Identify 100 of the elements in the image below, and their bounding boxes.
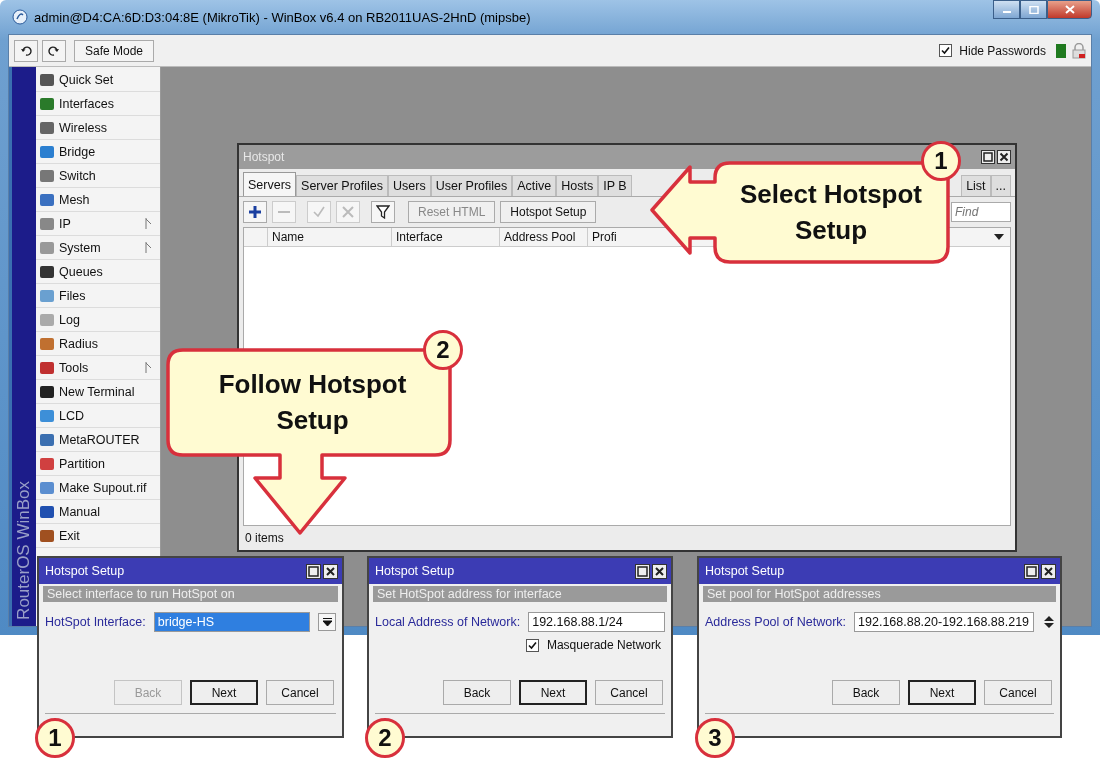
column-header[interactable]: Name: [268, 228, 392, 246]
dialog-subtitle: Set pool for HotSpot addresses: [707, 587, 881, 601]
tile-icon: [40, 265, 54, 278]
spinner-icon[interactable]: [1044, 615, 1054, 629]
tile-icon: [40, 409, 54, 422]
tab[interactable]: User Profiles: [430, 175, 513, 196]
sidebar-item[interactable]: LCD: [36, 404, 160, 428]
dialog-subtitle: Select interface to run HotSpot on: [47, 587, 235, 601]
checkbox[interactable]: [939, 44, 953, 57]
maximize-button[interactable]: [1020, 0, 1047, 19]
close-icon[interactable]: [323, 563, 338, 579]
close-icon[interactable]: [652, 563, 667, 579]
maximize-icon[interactable]: [1024, 563, 1039, 579]
maximize-icon: [1028, 5, 1039, 14]
tile-icon: [40, 385, 54, 398]
sidebar-item[interactable]: Switch: [36, 164, 160, 188]
close-icon[interactable]: [1041, 563, 1056, 579]
undo-button[interactable]: [14, 39, 38, 62]
dialog-button[interactable]: Next: [190, 680, 258, 705]
tile-icon: [40, 217, 54, 230]
close-icon: [1064, 5, 1075, 14]
dropdown-arrow-icon[interactable]: [994, 234, 1004, 240]
close-icon[interactable]: [997, 150, 1011, 164]
checkbox-label: Hide Passwords: [959, 43, 1046, 58]
dialog-button[interactable]: Next: [519, 680, 587, 705]
sidebar-item[interactable]: Manual: [36, 500, 160, 524]
sidebar-item[interactable]: Exit: [36, 524, 160, 548]
tab[interactable]: Servers: [243, 172, 297, 196]
tab[interactable]: ...: [990, 175, 1011, 196]
sidebar-item[interactable]: MetaROUTER: [36, 428, 160, 452]
sidebar-item[interactable]: Mesh: [36, 188, 160, 212]
dialog-button[interactable]: Back: [832, 680, 900, 705]
cross-icon: [341, 205, 355, 219]
callout-text: Select Hotspot Setup: [739, 178, 923, 247]
tile-icon: [40, 361, 54, 374]
sidebar-item[interactable]: Radius: [36, 332, 160, 356]
tab[interactable]: IP B: [598, 175, 632, 196]
dialog-button[interactable]: Cancel: [266, 680, 334, 705]
sidebar-item[interactable]: Files: [36, 284, 160, 308]
sidebar-item[interactable]: Queues: [36, 260, 160, 284]
input-field[interactable]: 192.168.88.20-192.168.88.219: [854, 612, 1034, 632]
filter-icon: [376, 205, 390, 219]
sidebar-item[interactable]: New Terminal: [36, 380, 160, 404]
checkbox[interactable]: [525, 638, 539, 652]
step-badge: 2: [365, 718, 405, 758]
tile-icon: [40, 313, 54, 326]
filter-button[interactable]: [371, 201, 395, 223]
sidebar-item[interactable]: Make Supout.rif: [36, 476, 160, 500]
toolbar-button[interactable]: Hotspot Setup: [500, 201, 597, 223]
sidebar-item[interactable]: Bridge: [36, 140, 160, 164]
column-header[interactable]: Address Pool: [500, 228, 588, 246]
item-count: 0 items: [245, 531, 284, 545]
dialog-button[interactable]: Cancel: [595, 680, 663, 705]
dropdown-button[interactable]: [318, 613, 336, 631]
sidebar-item[interactable]: System: [36, 236, 160, 260]
maximize-icon[interactable]: [981, 150, 995, 164]
check-icon: [312, 206, 326, 218]
tab[interactable]: Users: [388, 175, 431, 196]
tile-icon: [40, 289, 54, 302]
field-label: Address Pool of Network:: [705, 615, 847, 629]
redo-icon: [48, 44, 60, 57]
maximize-icon[interactable]: [635, 563, 650, 579]
step-badge: 1: [35, 718, 75, 758]
window-title: admin@D4:CA:6D:D3:04:8E (MikroTik) - WinBox v6.4 on RB2011UAS-2HnD (mipsbe): [34, 9, 531, 25]
dialog-button[interactable]: Next: [908, 680, 976, 705]
sidebar-item[interactable]: Interfaces: [36, 92, 160, 116]
tile-icon: [40, 241, 54, 254]
column-header[interactable]: Interface: [392, 228, 500, 246]
window-title: Hotspot: [243, 150, 285, 164]
sidebar-item[interactable]: Quick Set: [36, 68, 160, 92]
tab[interactable]: Active: [512, 175, 557, 196]
tile-icon: [40, 73, 54, 86]
tile-icon: [40, 169, 54, 182]
find-field[interactable]: Find: [951, 202, 1011, 222]
redo-button[interactable]: [42, 39, 66, 62]
sidebar-item[interactable]: IP: [36, 212, 160, 236]
tab[interactable]: List: [961, 175, 991, 196]
column-header[interactable]: Profi: [588, 228, 626, 246]
callout-text: Follow Hotspot Setup: [217, 368, 408, 437]
add-button[interactable]: [243, 201, 267, 223]
sidebar-item[interactable]: Log: [36, 308, 160, 332]
maximize-icon[interactable]: [306, 563, 321, 579]
tile-icon: [40, 505, 54, 518]
sidebar-item[interactable]: Tools: [36, 356, 160, 380]
input-field[interactable]: bridge-HS: [153, 612, 310, 632]
tab[interactable]: Hosts: [556, 175, 599, 196]
close-button[interactable]: [1047, 0, 1092, 19]
tile-icon: [40, 481, 54, 494]
safe-mode-button[interactable]: Safe Mode: [74, 39, 155, 62]
dialog-button[interactable]: Cancel: [984, 680, 1052, 705]
checkbox-label: Masquerade Network: [546, 638, 661, 652]
step-badge: 3: [695, 718, 735, 758]
dialog-button[interactable]: Back: [443, 680, 511, 705]
tab[interactable]: Server Profiles: [296, 175, 389, 196]
minimize-button[interactable]: [993, 0, 1020, 19]
sidebar-item[interactable]: Partition: [36, 452, 160, 476]
plus-icon: [248, 205, 262, 219]
input-field[interactable]: 192.168.88.1/24: [528, 612, 665, 632]
field-label: HotSpot Interface:: [45, 615, 146, 629]
sidebar-item[interactable]: Wireless: [36, 116, 160, 140]
